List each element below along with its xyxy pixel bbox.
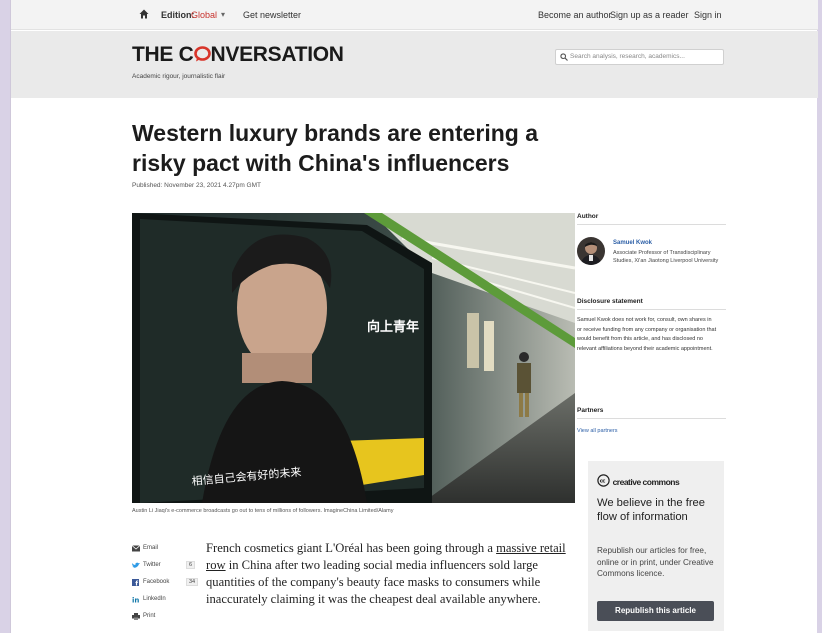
author-role: Associate Professor of Transdisciplinary… bbox=[613, 250, 719, 264]
get-newsletter-link[interactable]: Get newsletter bbox=[243, 10, 301, 20]
tagline: Academic rigour, journalistic flair bbox=[132, 73, 226, 80]
divider bbox=[577, 224, 726, 225]
svg-text:f: f bbox=[135, 580, 138, 587]
view-all-partners-link[interactable]: View all partners bbox=[577, 428, 726, 434]
hero-image: 向上青年 相信自己会有好的未来 bbox=[132, 213, 575, 503]
search-input[interactable]: Search analysis, research, academics... bbox=[555, 49, 724, 65]
chevron-down-icon[interactable]: ▾ bbox=[221, 10, 225, 19]
browser-page: Edition: Global ▾ Get newsletter Become … bbox=[10, 0, 818, 633]
share-email[interactable]: Email bbox=[132, 544, 192, 554]
disclosure-heading: Disclosure statement bbox=[577, 298, 643, 305]
article-body-paragraph: French cosmetics giant L'Oréal has been … bbox=[206, 541, 566, 606]
become-author-link[interactable]: Become an author bbox=[538, 10, 612, 20]
author-avatar[interactable] bbox=[577, 237, 605, 265]
creative-commons-logo: cc creative commons bbox=[597, 474, 680, 488]
cc-icon: cc bbox=[597, 474, 610, 487]
home-icon[interactable] bbox=[139, 9, 149, 19]
article-sidebar: Author Samuel Kwok Associate Professor o… bbox=[577, 213, 726, 434]
cc-description: Republish our articles for free, online … bbox=[597, 546, 714, 578]
facebook-icon: f bbox=[132, 579, 139, 587]
disclosure-text: Samuel Kwok does not work for, consult, … bbox=[577, 317, 717, 352]
search-placeholder: Search analysis, research, academics... bbox=[570, 53, 685, 60]
divider bbox=[577, 309, 726, 310]
site-logo[interactable]: THE C NVERSATION bbox=[132, 43, 344, 67]
share-print[interactable]: Print bbox=[132, 612, 192, 622]
edition-selector[interactable]: Global bbox=[191, 10, 217, 20]
masthead: THE C NVERSATION Academic rigour, journal… bbox=[11, 31, 818, 98]
edition-label: Edition: bbox=[161, 10, 195, 20]
divider bbox=[577, 418, 726, 419]
subway-billboard-illustration: 向上青年 相信自己会有好的未来 bbox=[132, 213, 575, 503]
twitter-count: 6 bbox=[186, 561, 196, 569]
creative-commons-box: cc creative commons We believe in the fr… bbox=[588, 461, 724, 631]
share-linkedin[interactable]: in LinkedIn bbox=[132, 595, 192, 605]
published-date: Published: November 23, 2021 4.27pm GMT bbox=[132, 182, 261, 189]
speech-bubble-o-icon bbox=[193, 46, 211, 62]
print-icon bbox=[132, 613, 140, 620]
share-twitter[interactable]: Twitter 6 bbox=[132, 561, 196, 571]
share-facebook[interactable]: f Facebook 34 bbox=[132, 578, 199, 588]
facebook-count: 34 bbox=[186, 578, 199, 586]
image-caption: Austin Li Jiaqi's e-commerce broadcasts … bbox=[132, 508, 394, 514]
twitter-icon bbox=[132, 562, 140, 568]
linkedin-icon: in bbox=[132, 597, 139, 604]
author-heading: Author bbox=[577, 213, 599, 220]
sign-up-link[interactable]: Sign up as a reader bbox=[610, 10, 689, 20]
top-utility-bar: Edition: Global ▾ Get newsletter Become … bbox=[11, 0, 818, 30]
republish-button[interactable]: Republish this article bbox=[597, 601, 714, 621]
article-title: Western luxury brands are entering a ris… bbox=[132, 120, 539, 176]
partners-heading: Partners bbox=[577, 407, 604, 414]
search-icon bbox=[560, 53, 568, 61]
poster-headline-text: 向上青年 bbox=[367, 319, 419, 335]
email-icon bbox=[132, 545, 140, 552]
svg-text:cc: cc bbox=[600, 479, 606, 485]
author-name-link[interactable]: Samuel Kwok bbox=[613, 240, 652, 246]
sign-in-link[interactable]: Sign in bbox=[694, 10, 722, 20]
cc-heading: We believe in the free flow of informati… bbox=[597, 497, 706, 523]
svg-text:in: in bbox=[132, 597, 139, 604]
